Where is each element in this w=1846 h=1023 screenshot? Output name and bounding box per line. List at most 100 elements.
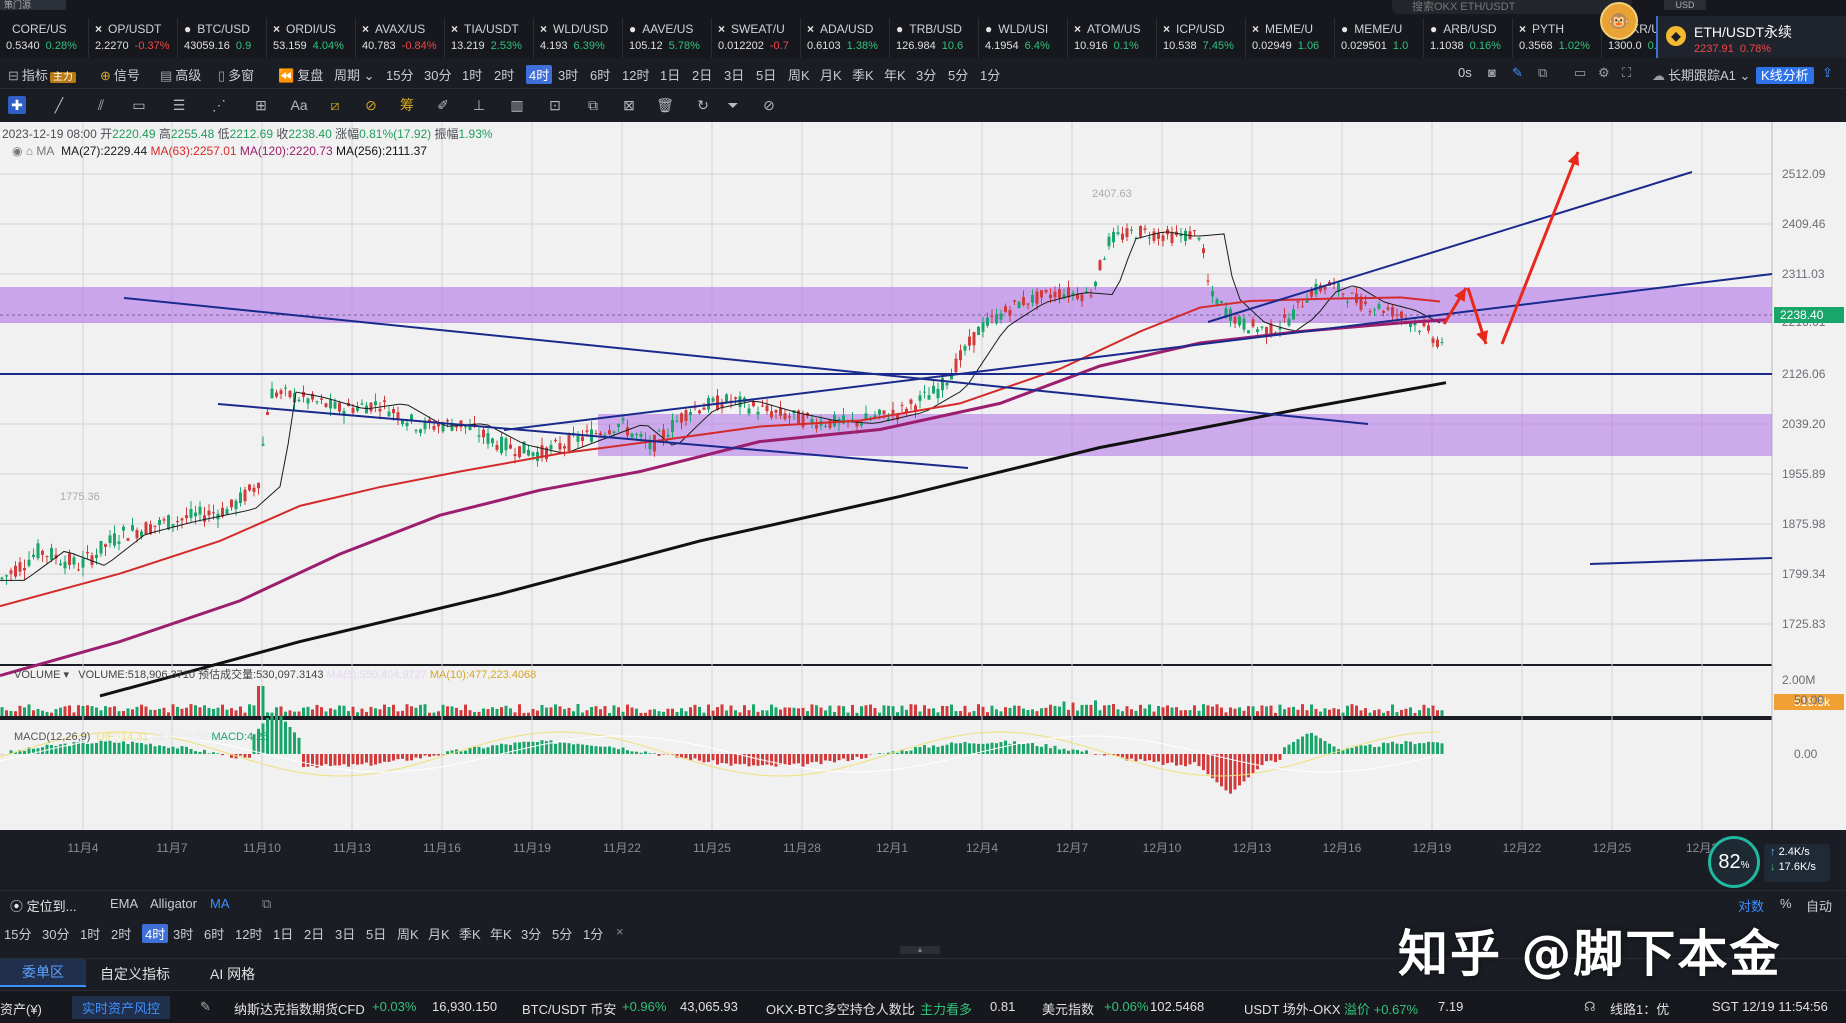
ticker-item[interactable]: ×ICP/USD10.5387.45% — [1157, 18, 1246, 58]
chart-area[interactable]: 2407.631775.362512.092409.462311.032216.… — [0, 122, 1846, 890]
period-tab-1[interactable]: 30分 — [42, 924, 69, 943]
close-icon[interactable]: × — [1163, 22, 1170, 36]
window-icon[interactable]: ▭ — [1574, 65, 1586, 81]
period-tab-6[interactable]: 6时 — [204, 924, 224, 943]
period-tab-13[interactable]: 月K — [428, 924, 450, 943]
close-icon[interactable]: × — [451, 22, 458, 36]
period-tab-5[interactable]: 3时 — [558, 65, 578, 84]
currency-select[interactable]: USD — [1664, 0, 1706, 10]
period-tab-4[interactable]: 4时 — [526, 65, 552, 84]
period-tab-2[interactable]: 1时 — [80, 924, 100, 943]
fullscreen-icon[interactable]: ⛶ — [1622, 65, 1631, 81]
ruler-tool-icon[interactable]: ⊥ — [470, 96, 488, 114]
close-icon[interactable]: × — [273, 22, 280, 36]
advanced-button[interactable]: ▤高级 — [160, 65, 201, 84]
line-tool-icon[interactable]: ╱ — [50, 96, 68, 114]
candles-tool-icon[interactable]: ▥ — [508, 96, 526, 114]
coin-icon[interactable]: ● — [1341, 22, 1348, 36]
auto-scale-toggle[interactable]: 自动 — [1806, 896, 1832, 915]
period-tab-2[interactable]: 1时 — [462, 65, 482, 84]
symbol-search-input[interactable]: 搜索OKX ETH/USDT — [1392, 0, 1632, 14]
camera-icon[interactable]: ◙ — [1488, 65, 1496, 80]
edit-icon[interactable]: ✎ — [200, 999, 211, 1015]
period-tab-3[interactable]: 2时 — [111, 924, 131, 943]
delete-tool-icon[interactable]: 🗑 — [656, 96, 674, 114]
tab-orders[interactable]: 委单区 — [0, 959, 86, 987]
ma-eye-icon[interactable]: ◉ ⌂ — [12, 144, 33, 158]
period-tab-0[interactable]: 15分 — [386, 65, 413, 84]
period-tab-10[interactable]: 3日 — [335, 924, 355, 943]
parallel-tool-icon[interactable]: ⫽ — [92, 96, 110, 114]
period-tab-14[interactable]: 季K — [459, 924, 481, 943]
edit-indicator-icon[interactable]: ⧉ — [262, 896, 271, 912]
period-tab-16[interactable]: 3分 — [916, 65, 936, 84]
close-icon[interactable]: × — [95, 22, 102, 36]
period-tab-4[interactable]: 4时 — [142, 924, 168, 943]
multi-window-button[interactable]: ▯多窗 — [218, 65, 254, 84]
tab-ai-grid[interactable]: AI 网格 — [210, 964, 255, 984]
ticker-item[interactable]: ×AVAX/US40.783-0.84% — [356, 18, 445, 58]
tracking-dropdown[interactable]: ☁长期跟踪A1 ⌄ — [1652, 65, 1750, 84]
period-tab-17[interactable]: 5分 — [552, 924, 572, 943]
period-tab-9[interactable]: 2日 — [304, 924, 324, 943]
log-scale-toggle[interactable]: 对数 — [1738, 896, 1764, 915]
layout-icon[interactable]: ⧉ — [1538, 65, 1547, 81]
close-icon[interactable]: × — [540, 22, 547, 36]
avatar-monkey-icon[interactable]: 🐵 — [1600, 2, 1638, 40]
headset-icon[interactable]: ☊ — [1584, 999, 1596, 1015]
indicator-alligator[interactable]: Alligator — [150, 896, 197, 911]
fib-tool-icon[interactable]: ☰ — [170, 96, 188, 114]
coin-icon[interactable]: ● — [896, 22, 903, 36]
text-tool-icon[interactable]: Aa — [290, 96, 308, 114]
ticker-item[interactable]: ×ATOM/US10.9160.1% — [1068, 18, 1157, 58]
indicator-button[interactable]: ⊟指标主力 — [8, 65, 76, 84]
pattern-tool-icon[interactable]: ⧄ — [326, 96, 344, 114]
period-tab-17[interactable]: 5分 — [948, 65, 968, 84]
period-tab-6[interactable]: 6时 — [590, 65, 610, 84]
gann-tool-icon[interactable]: ⊘ — [362, 96, 380, 114]
magnet-tool-icon[interactable]: ↻ — [694, 96, 712, 114]
brush-tool-icon[interactable]: ✐ — [434, 96, 452, 114]
period-tab-10[interactable]: 3日 — [724, 65, 744, 84]
ticker-item[interactable]: ●ARB/USD1.10380.16% — [1424, 18, 1513, 58]
period-tab-14[interactable]: 季K — [852, 65, 874, 84]
period-tab-12[interactable]: 周K — [397, 924, 419, 943]
tab-custom-indicators[interactable]: 自定义指标 — [100, 964, 170, 984]
ticker-item[interactable]: ×SWEAT/U0.012202-0.7 — [712, 18, 801, 58]
chart-canvas[interactable]: 2407.631775.362512.092409.462311.032216.… — [0, 122, 1846, 890]
window-corner-tab[interactable]: 策门源 — [0, 0, 66, 10]
chip-tool-icon[interactable]: 筹 — [398, 96, 416, 114]
wave-tool-icon[interactable]: ⋰ — [210, 96, 228, 114]
coin-icon[interactable]: ● — [1430, 22, 1437, 36]
ticker-item[interactable]: ●BTC/USD43059.160.9 — [178, 18, 267, 58]
period-tab-16[interactable]: 3分 — [521, 924, 541, 943]
ticker-item[interactable]: ×ADA/USD0.61031.38% — [801, 18, 890, 58]
ticker-item[interactable]: ●WLD/USI4.19546.4% — [979, 18, 1068, 58]
signal-button[interactable]: ⊕信号 — [100, 65, 140, 84]
ticker-item[interactable]: ●MEME/U0.0295011.0 — [1335, 18, 1424, 58]
period-dropdown[interactable]: 周期 ⌄ — [334, 65, 375, 84]
replay-button[interactable]: ⏪复盘 — [278, 65, 323, 84]
period-tab-8[interactable]: 1日 — [660, 65, 680, 84]
kline-analysis-button[interactable]: K线分析 — [1756, 65, 1814, 84]
close-icon[interactable]: × — [1252, 22, 1259, 36]
period-tab-11[interactable]: 5日 — [756, 65, 776, 84]
close-icon[interactable]: × — [362, 22, 369, 36]
ticker-item[interactable]: ●AAVE/US105.125.78% — [623, 18, 712, 58]
indicator-ema[interactable]: EMA — [110, 896, 138, 911]
status-item-1[interactable]: 实时资产风控 — [72, 996, 170, 1019]
note-tool-icon[interactable]: ⊠ — [620, 96, 638, 114]
lock-tool-icon[interactable]: ⊡ — [546, 96, 564, 114]
ticker-item[interactable]: CORE/US0.53400.28% — [0, 18, 89, 58]
active-symbol-tab[interactable]: ◆ ETH/USDT永续 2237.91 0.78% — [1656, 16, 1846, 58]
panel-collapse-handle[interactable]: ▴ — [900, 946, 940, 954]
period-tab-13[interactable]: 月K — [820, 65, 842, 84]
period-tab-9[interactable]: 2日 — [692, 65, 712, 84]
period-tab-18[interactable]: 1分 — [980, 65, 1000, 84]
locate-button[interactable]: ⦿ 定位到... — [10, 896, 76, 915]
ticker-item[interactable]: ×WLD/USD4.1936.39% — [534, 18, 623, 58]
rectangle-tool-icon[interactable]: ▭ — [130, 96, 148, 114]
period-tab-7[interactable]: 12时 — [235, 924, 262, 943]
ticker-item[interactable]: ×MEME/U0.029491.06 — [1246, 18, 1335, 58]
period-tab-5[interactable]: 3时 — [173, 924, 193, 943]
